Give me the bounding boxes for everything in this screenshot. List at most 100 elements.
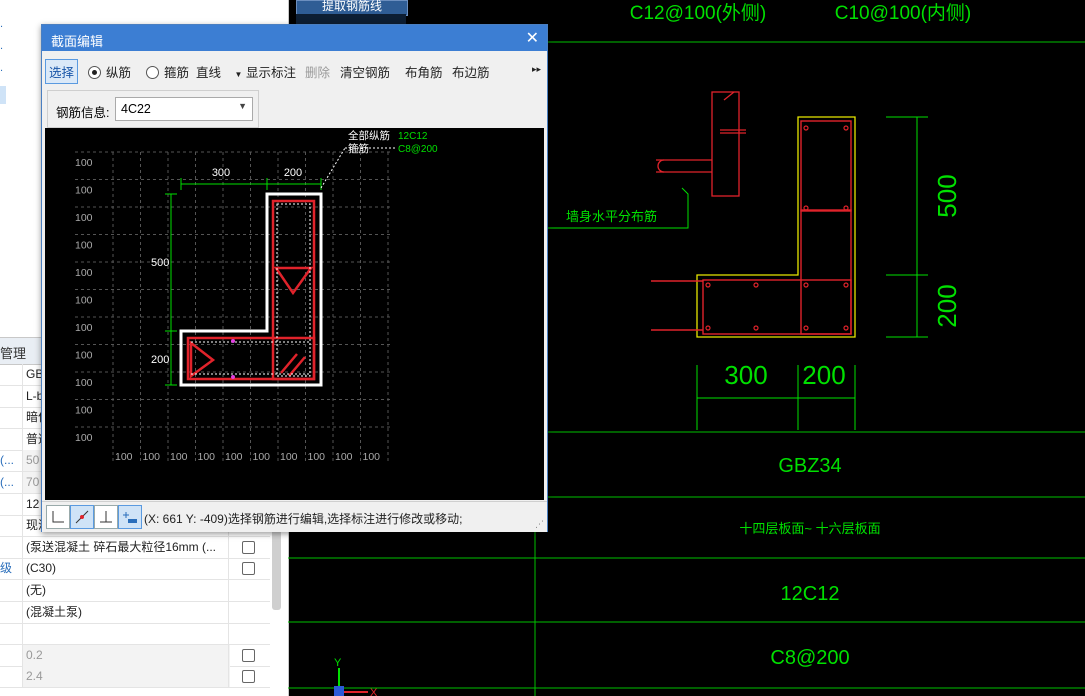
- cad-dim-h1[interactable]: 500: [932, 174, 962, 217]
- cad-label-stirrup: C8@200: [770, 647, 849, 669]
- grid-label-y: 100: [75, 240, 93, 252]
- corner-rebar-button[interactable]: 布角筋: [405, 62, 443, 81]
- line-dropdown[interactable]: 直线 ▼: [196, 62, 242, 81]
- property-row-value[interactable]: 0.2: [22, 644, 230, 666]
- cad-label-gbz: GBZ34: [778, 455, 841, 477]
- grid-label-y: 100: [75, 267, 93, 279]
- property-row-key: [0, 537, 20, 558]
- cad-wall-detail: [656, 91, 746, 197]
- cad-dim-w2[interactable]: 200: [802, 360, 845, 390]
- property-row-key: (...: [0, 475, 14, 489]
- property-row[interactable]: (混凝土泵): [0, 601, 270, 624]
- grid-label-y: 100: [75, 295, 93, 307]
- resize-grip-icon[interactable]: ⋰: [535, 519, 544, 530]
- cad-note: 墙身水平分布筋: [566, 209, 657, 224]
- property-checkbox[interactable]: [242, 648, 255, 662]
- edge-rebar-button[interactable]: 布边筋: [452, 62, 490, 81]
- property-row-key: [0, 645, 20, 666]
- grid-label-x: 100: [363, 451, 381, 463]
- cad-header-right: C10@100(内侧): [835, 2, 972, 24]
- show-dims-button[interactable]: 显示标注: [246, 62, 296, 81]
- property-row[interactable]: [0, 623, 270, 646]
- snap-icon[interactable]: [70, 505, 94, 529]
- stirrup-radio[interactable]: 箍筋: [146, 62, 189, 81]
- section-canvas[interactable]: 100 100 100 100 100 100 100 100 100 100 100 100 100 1…: [45, 128, 544, 500]
- grid-label-x: 100: [308, 451, 326, 463]
- property-row-key: [0, 407, 20, 428]
- tree-marker: .: [0, 40, 4, 52]
- cad-label-floors: 十四层板面~ 十六层板面: [739, 521, 880, 536]
- property-row-key: 级: [0, 561, 13, 576]
- section-edit-dialog: 截面编辑 ✕ 选择 纵筋 箍筋 直线 ▼ 显示标注 删除 清空钢筋 布角筋 布边…: [41, 24, 548, 532]
- grid-label-x: 100: [143, 451, 161, 463]
- property-row[interactable]: 2.4: [0, 666, 270, 689]
- property-row-key: [0, 623, 20, 644]
- property-row-key: [0, 666, 20, 687]
- grid-labels: 100 100 100 100 100 100 100 100 100 100 100 100 100 1…: [75, 157, 380, 463]
- property-checkbox[interactable]: [242, 562, 255, 576]
- canvas-grid: [75, 151, 391, 464]
- tree-marker: .: [0, 62, 4, 74]
- grid-label-y: 100: [75, 185, 93, 197]
- property-row-key: (...: [0, 453, 14, 468]
- tab-manage[interactable]: 管理: [0, 343, 26, 362]
- more-icon[interactable]: ▸▸: [532, 64, 541, 75]
- property-row-check-cell: [228, 666, 269, 688]
- rebar-point[interactable]: [231, 375, 235, 379]
- legend-stirrup-value[interactable]: C8@200: [398, 144, 438, 155]
- tree-marker: .: [0, 18, 4, 30]
- cad-dim-w1[interactable]: 300: [724, 360, 767, 390]
- property-row-key: [0, 494, 20, 515]
- property-row-key: [0, 386, 20, 407]
- cad-dim-h2[interactable]: 200: [932, 284, 962, 327]
- dialog-titlebar[interactable]: 截面编辑 ✕: [42, 25, 547, 51]
- property-row-check-cell: [228, 558, 269, 580]
- property-row[interactable]: (无): [0, 580, 270, 602]
- grid-label-x: 100: [225, 451, 243, 463]
- grid-label-x: 100: [280, 451, 298, 463]
- rebar-info-select[interactable]: 4C22 ▼: [115, 97, 253, 121]
- property-row[interactable]: 0.2: [0, 644, 270, 667]
- grid-label-x: 100: [115, 451, 133, 463]
- property-checkbox[interactable]: [242, 540, 255, 554]
- property-row-check-cell: [228, 601, 269, 623]
- dim-h2[interactable]: 200: [151, 354, 169, 366]
- dim-w2[interactable]: 200: [284, 167, 302, 179]
- cad-rebar-dots: [705, 125, 849, 331]
- clear-rebar-button[interactable]: 清空钢筋: [340, 62, 390, 81]
- ucs-axis-icon: Y X: [334, 657, 378, 696]
- cad-label-long: 12C12: [781, 583, 840, 605]
- dimension-icon[interactable]: [118, 505, 142, 529]
- property-row-value[interactable]: (混凝土泵): [22, 601, 230, 623]
- property-row-key: [0, 429, 20, 450]
- legend-all-long-label: 全部纵筋: [348, 129, 390, 142]
- property-row[interactable]: (泵送混凝土 碎石最大粒径16mm (...: [0, 536, 270, 559]
- property-row-value[interactable]: (泵送混凝土 碎石最大粒径16mm (...: [22, 536, 230, 558]
- cad-header-left: C12@100(外侧): [630, 2, 767, 24]
- close-icon[interactable]: ✕: [526, 28, 539, 48]
- property-checkbox[interactable]: [242, 670, 255, 684]
- grid-label-y: 100: [75, 350, 93, 362]
- select-button[interactable]: 选择: [45, 59, 79, 84]
- svg-text:Y: Y: [334, 657, 342, 669]
- property-row-value[interactable]: 2.4: [22, 666, 230, 688]
- property-row-check-cell: [228, 536, 269, 558]
- property-row[interactable]: 级 (C30): [0, 558, 270, 581]
- property-row-key: [0, 515, 20, 536]
- legend-stirrup-label: 箍筋: [348, 142, 369, 155]
- dim-w1[interactable]: 300: [212, 167, 230, 179]
- perpendicular-icon[interactable]: [94, 505, 118, 529]
- property-row-value[interactable]: [22, 623, 230, 645]
- property-row-value[interactable]: (C30): [22, 558, 230, 580]
- property-row-check-cell: [228, 580, 269, 601]
- grid-label-y: 100: [75, 322, 93, 334]
- longitudinal-radio[interactable]: 纵筋: [88, 62, 131, 81]
- dim-h1[interactable]: 500: [151, 257, 169, 269]
- tree-selected-item[interactable]: [0, 86, 6, 104]
- grid-label-y: 100: [75, 157, 93, 169]
- delete-button[interactable]: 删除: [305, 62, 330, 81]
- rebar-point[interactable]: [231, 339, 235, 343]
- property-row-value[interactable]: (无): [22, 580, 230, 601]
- ortho-icon[interactable]: [46, 505, 70, 529]
- legend-all-long-value[interactable]: 12C12: [398, 131, 428, 142]
